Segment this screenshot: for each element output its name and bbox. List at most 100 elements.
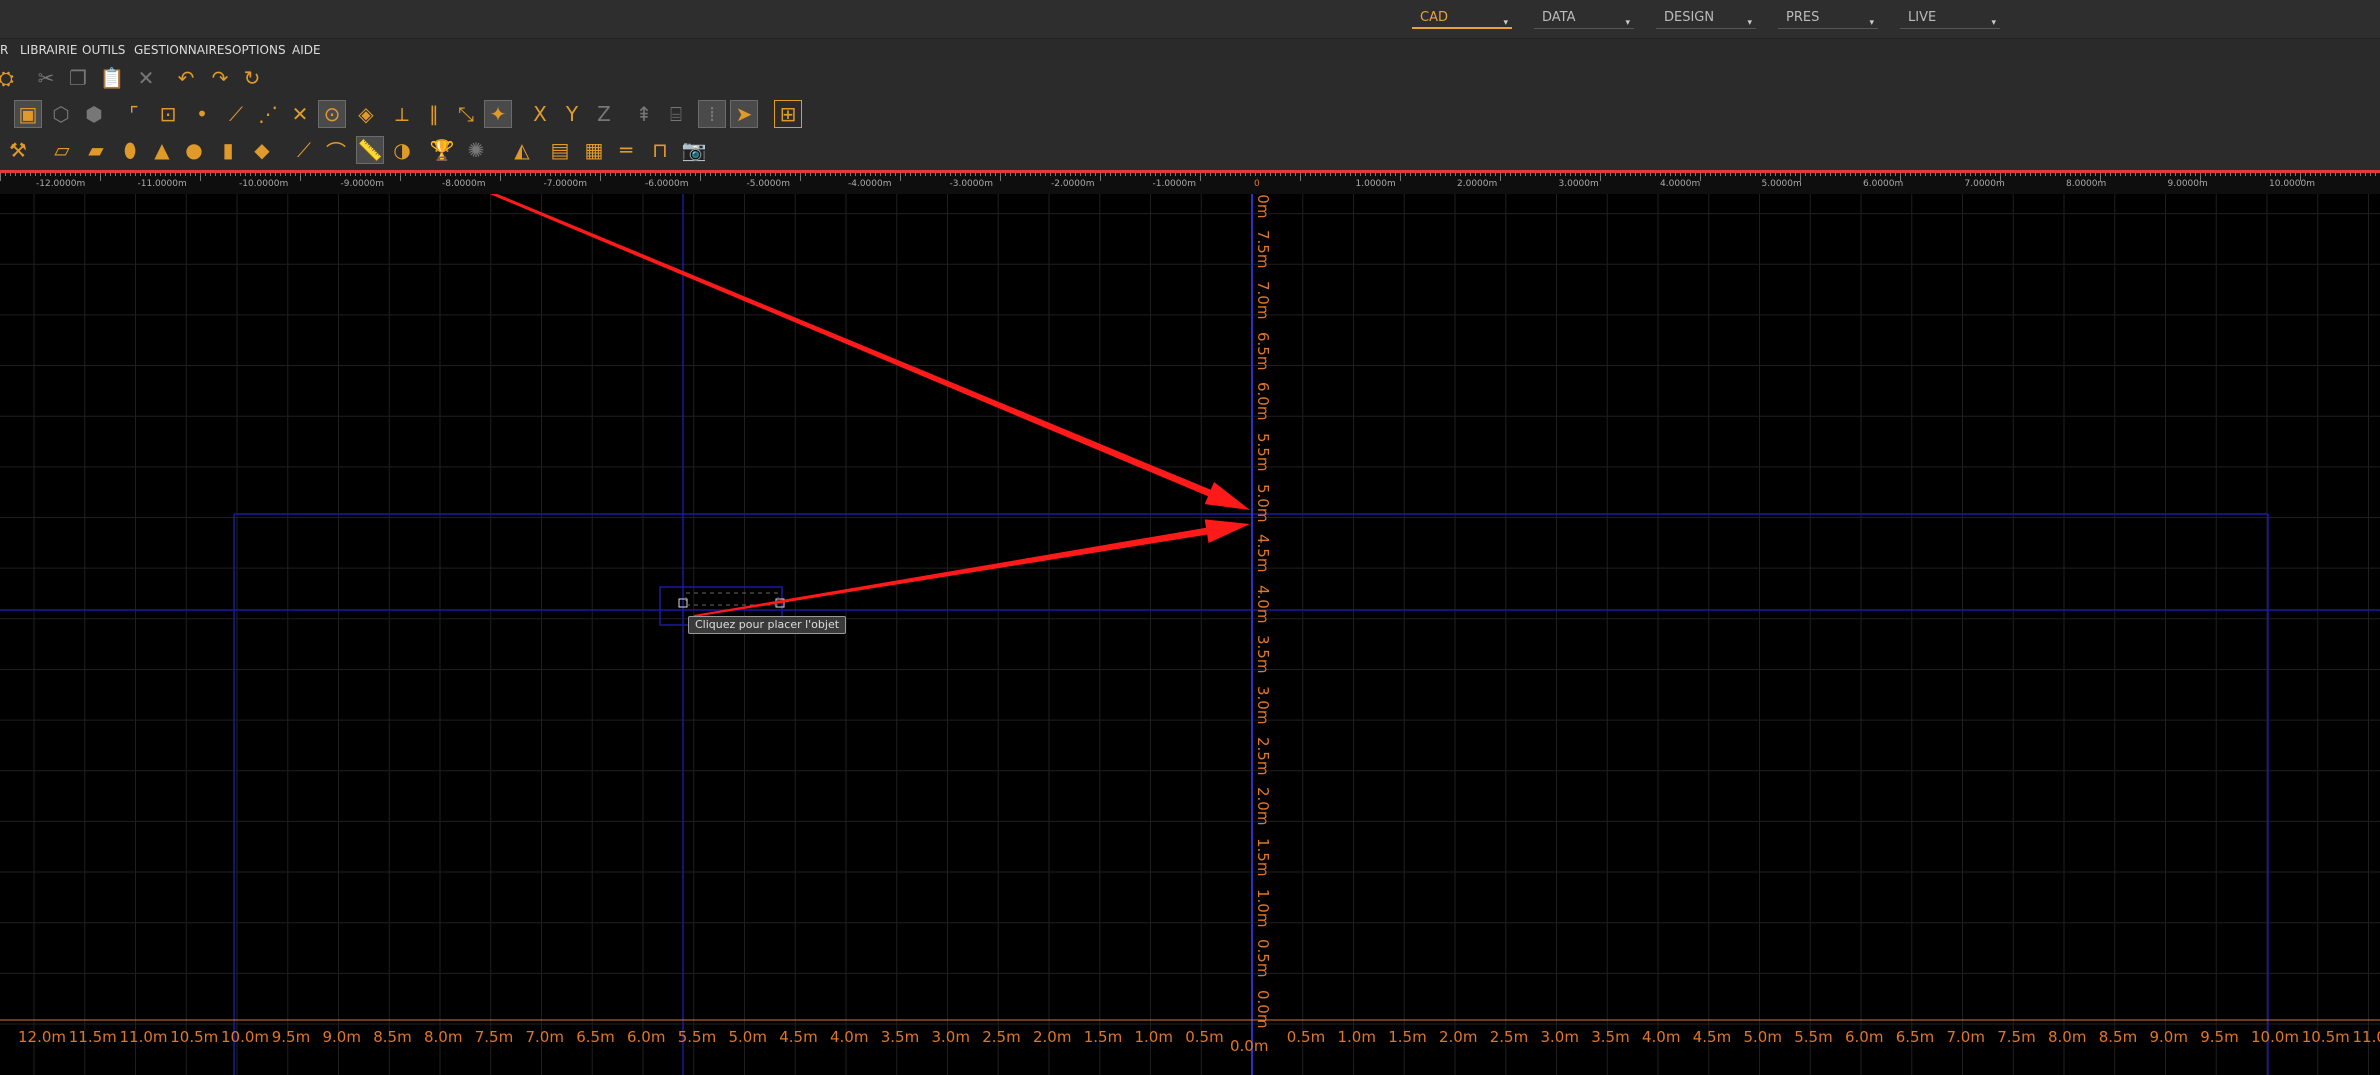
protractor-icon[interactable]: ◑	[388, 136, 416, 164]
refresh-icon[interactable]: ↻	[238, 64, 266, 92]
ruler-icon[interactable]: ⟋	[290, 136, 318, 164]
floor-icon[interactable]: ▰	[82, 136, 110, 164]
camera-icon[interactable]: 📷	[680, 136, 708, 164]
screen-icon[interactable]: ▤	[546, 136, 574, 164]
ruler-tick	[1875, 173, 1876, 176]
snap-perpendicular-icon[interactable]: ⟂	[388, 100, 416, 128]
snap-edge-icon[interactable]: ⊡	[154, 100, 182, 128]
cone-icon[interactable]: ▲	[148, 136, 176, 164]
snap-tangent-icon[interactable]: ◈	[352, 100, 380, 128]
light-icon[interactable]: ✺	[462, 136, 490, 164]
cylinder-icon[interactable]: ⬮	[116, 136, 144, 164]
lock-y-icon[interactable]: Y	[558, 100, 586, 128]
slab-icon[interactable]: ▱	[48, 136, 76, 164]
viewport-canvas[interactable]	[0, 194, 2380, 1075]
align-icon[interactable]: ⇞	[630, 100, 658, 128]
ruler-tick	[540, 173, 541, 176]
menu-item-outils[interactable]: OUTILS	[82, 43, 125, 57]
ruler-tick	[2275, 173, 2276, 176]
bottle-icon[interactable]: ⌸	[662, 100, 690, 128]
rail-icon[interactable]: ═	[612, 136, 640, 164]
wall-tool-icon[interactable]: ⚒	[4, 136, 32, 164]
eraser-icon[interactable]: ◆	[248, 136, 276, 164]
ruler-tick-label: 3.0000m	[1558, 179, 1599, 189]
ruler-tick	[1555, 173, 1556, 176]
bottom-ruler-label: 7.5m	[1997, 1028, 2036, 1046]
redo-icon[interactable]: ↷	[206, 64, 234, 92]
lock-x-icon[interactable]: X	[526, 100, 554, 128]
ruler-tick	[40, 173, 41, 176]
ruler-tick	[850, 173, 851, 176]
ruler-tick	[755, 173, 756, 176]
ruler-tick	[280, 173, 281, 176]
mode-data-dropdown[interactable]: DATA ▾	[1534, 9, 1634, 29]
cad-viewport[interactable]: 12.0m 11.5m 11.0m 10.5m 10.0m 9.5m 9.0m 8.5m 8.0…	[0, 194, 2380, 1075]
snap-center-icon[interactable]: ⊙	[318, 100, 346, 128]
cut-icon[interactable]: ✂	[32, 64, 60, 92]
ruler-tick	[1785, 173, 1786, 176]
ruler-tick	[545, 173, 546, 176]
ruler-tick	[1030, 173, 1031, 176]
ruler-tick	[2255, 173, 2256, 176]
snap-mid-icon[interactable]: ⋰	[254, 100, 282, 128]
snap-nearest-icon[interactable]: ✦	[484, 100, 512, 128]
bottom-ruler-label: 9.5m	[2200, 1028, 2239, 1046]
menu-item-gestionnaires[interactable]: GESTIONNAIRES	[134, 43, 232, 57]
object-icon[interactable]: ⛭	[0, 64, 20, 92]
mode-pres-dropdown[interactable]: PRES ▾	[1778, 9, 1878, 29]
undo-icon[interactable]: ↶	[172, 64, 200, 92]
ruler-tick	[355, 173, 356, 176]
ruler-tick	[865, 173, 866, 176]
mode-design-dropdown[interactable]: DESIGN ▾	[1656, 9, 1756, 29]
mode-live-dropdown[interactable]: LIVE ▾	[1900, 9, 2000, 29]
ruler-tick	[715, 173, 716, 176]
ruler-tick	[920, 173, 921, 176]
ruler-tick	[1145, 173, 1146, 176]
sphere-icon[interactable]: ●	[180, 136, 208, 164]
measure-icon[interactable]: 📏	[356, 136, 384, 164]
cursor-icon[interactable]: ➤	[730, 100, 758, 128]
wireframe-view-icon[interactable]: ⬡	[47, 100, 75, 128]
ruler-tick	[1235, 173, 1236, 176]
snap-point-icon[interactable]: •	[188, 100, 216, 128]
ruler-tick	[2170, 173, 2171, 176]
ruler-tick	[2095, 173, 2096, 176]
paste-icon[interactable]: 📋	[98, 64, 126, 92]
shaded-view-icon[interactable]: ⬢	[80, 100, 108, 128]
ruler-tick	[240, 173, 241, 176]
ruler-tick	[1425, 173, 1426, 176]
ruler-tick	[2200, 173, 2201, 181]
menu-item-librairie[interactable]: LIBRAIRIE	[20, 43, 78, 57]
snap-corner-icon[interactable]: ⌜	[120, 100, 148, 128]
ruler-tick	[230, 173, 231, 176]
ruler-tick	[160, 173, 161, 176]
menu-item-options[interactable]: OPTIONS	[232, 43, 286, 57]
ruler-tick	[820, 173, 821, 176]
menu-item-fichier[interactable]: R	[0, 43, 8, 57]
snap-parallel-icon[interactable]: ∥	[420, 100, 448, 128]
ruler-tick	[100, 173, 101, 181]
grid-icon[interactable]: ⁞	[698, 100, 726, 128]
snap-line-icon[interactable]: ⟋	[222, 100, 250, 128]
snap-intersection-icon[interactable]: ✕	[286, 100, 314, 128]
ruler-tick	[510, 173, 511, 176]
ruler-tick	[930, 173, 931, 176]
copy-icon[interactable]: ❐	[64, 64, 92, 92]
menu-item-aide[interactable]: AIDE	[292, 43, 321, 57]
ruler-tick	[625, 173, 626, 176]
ruler-tick	[1885, 173, 1886, 176]
cube-view-icon[interactable]: ▣	[14, 100, 42, 128]
snap-extension-icon[interactable]: ⤡	[452, 100, 480, 128]
trophy-icon[interactable]: 🏆	[428, 136, 456, 164]
mode-cad-dropdown[interactable]: CAD ▾	[1412, 9, 1512, 29]
door-icon[interactable]: ⊓	[646, 136, 674, 164]
snap-settings-icon[interactable]: ⊞	[774, 100, 802, 128]
panel-icon[interactable]: ▮	[214, 136, 242, 164]
ruler-tick	[35, 173, 36, 176]
lock-z-icon[interactable]: Z	[590, 100, 618, 128]
pattern-icon[interactable]: ▦	[580, 136, 608, 164]
arc-icon[interactable]: ⌒	[322, 136, 350, 164]
cam-icon[interactable]: ◭	[508, 136, 536, 164]
delete-icon[interactable]: ✕	[132, 64, 160, 92]
bottom-ruler-label: 2.5m	[1489, 1028, 1529, 1046]
